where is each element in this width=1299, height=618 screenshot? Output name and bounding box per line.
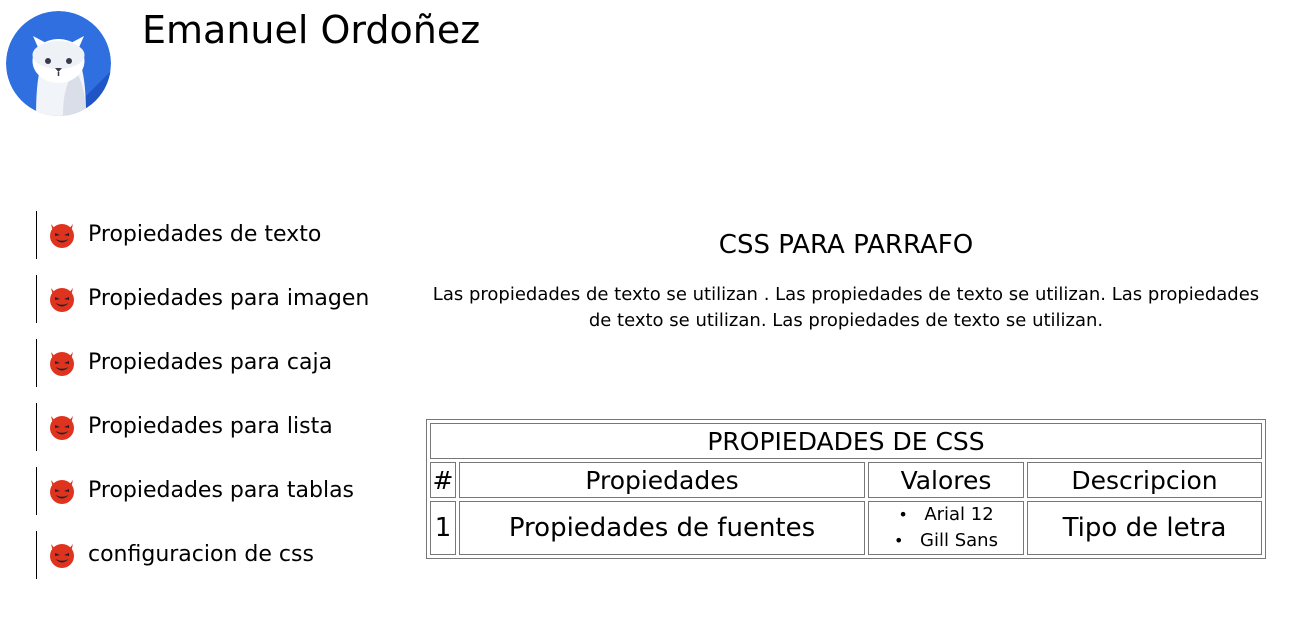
smiling-devil-icon: [50, 416, 74, 440]
sidebar-item-label: Propiedades de texto: [88, 222, 322, 247]
sidebar-item-label: configuracion de css: [88, 542, 314, 567]
row-property: Propiedades de fuentes: [459, 501, 865, 555]
table-title-row: PROPIEDADES DE CSS: [430, 423, 1262, 459]
properties-table: PROPIEDADES DE CSS # Propiedades Valores…: [426, 419, 1266, 559]
values-list: Arial 12 Gill Sans: [869, 502, 1023, 554]
sidebar-item-propiedades-para-tablas[interactable]: Propiedades para tablas: [36, 467, 400, 515]
avatar: [6, 11, 111, 116]
smiling-devil-icon: [50, 544, 74, 568]
table-header-row: # Propiedades Valores Descripcion: [430, 462, 1262, 498]
section-title: CSS PARA PARRAFO: [718, 230, 974, 260]
row-number: 1: [430, 501, 456, 555]
header: Emanuel Ordoñez: [0, 0, 1299, 130]
column-header-valores: Valores: [868, 462, 1024, 498]
column-header-propiedades: Propiedades: [459, 462, 865, 498]
sidebar-item-label: Propiedades para lista: [88, 414, 333, 439]
sidebar-item-label: Propiedades para imagen: [88, 286, 370, 311]
smiling-devil-icon: [50, 480, 74, 504]
smiling-devil-icon: [50, 352, 74, 376]
column-header-number: #: [430, 462, 456, 498]
row-description: Tipo de letra: [1027, 501, 1262, 555]
sidebar-item-propiedades-de-texto[interactable]: Propiedades de texto: [36, 211, 400, 259]
sidebar-item-label: Propiedades para caja: [88, 350, 333, 375]
section-paragraph: Las propiedades de texto se utilizan . L…: [432, 284, 1260, 331]
list-item: Arial 12: [869, 502, 1023, 528]
table-row: 1 Propiedades de fuentes Arial 12 Gill S…: [430, 501, 1262, 555]
sidebar-item-configuracion-de-css[interactable]: configuracion de css: [36, 531, 400, 579]
sidebar-item-label: Propiedades para tablas: [88, 478, 355, 503]
table-title: PROPIEDADES DE CSS: [430, 423, 1262, 459]
sidebar-nav: Propiedades de texto Propiedades para im…: [0, 211, 400, 595]
smiling-devil-icon: [50, 288, 74, 312]
sidebar-item-propiedades-para-caja[interactable]: Propiedades para caja: [36, 339, 400, 387]
white-cat-avatar-icon: [6, 11, 111, 116]
main-content: CSS PARA PARRAFO Las propiedades de text…: [426, 220, 1266, 334]
smiling-devil-icon: [50, 224, 74, 248]
column-header-descripcion: Descripcion: [1027, 462, 1262, 498]
sidebar-item-propiedades-para-lista[interactable]: Propiedades para lista: [36, 403, 400, 451]
list-item: Gill Sans: [869, 528, 1023, 554]
sidebar-item-propiedades-para-imagen[interactable]: Propiedades para imagen: [36, 275, 400, 323]
row-values: Arial 12 Gill Sans: [868, 501, 1024, 555]
site-title: Emanuel Ordoñez: [142, 8, 481, 52]
